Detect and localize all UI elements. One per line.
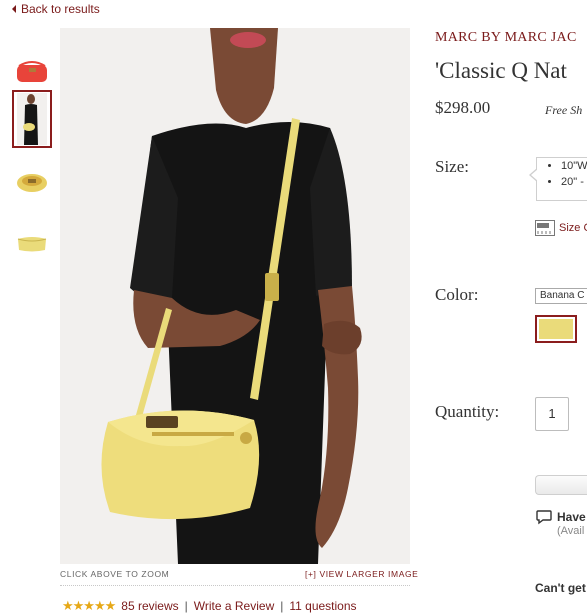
free-shipping-text: Free Sh bbox=[545, 103, 583, 117]
chevron-left-icon bbox=[12, 5, 16, 13]
thumbnail-red-bag[interactable] bbox=[12, 52, 52, 92]
chat-bubble-icon bbox=[536, 510, 552, 525]
model-thumbnail-image bbox=[17, 93, 47, 145]
view-larger-image-link[interactable]: [+] VIEW LARGER IMAGE bbox=[305, 569, 418, 579]
back-link-label: Back to results bbox=[21, 2, 100, 16]
quantity-label: Quantity: bbox=[435, 402, 500, 421]
chat-availability: (Avail bbox=[557, 525, 585, 537]
model-with-bag-image bbox=[60, 28, 410, 564]
separator: | bbox=[280, 599, 284, 613]
size-option: 20" - bbox=[561, 174, 587, 190]
reviews-link[interactable]: 85 reviews bbox=[121, 599, 178, 613]
size-options-box: 10"W 20" - bbox=[529, 157, 587, 201]
swatch-fill bbox=[539, 319, 573, 339]
quantity-input[interactable]: 1 bbox=[535, 397, 569, 431]
add-to-bag-button[interactable] bbox=[535, 475, 587, 495]
product-price: $298.00 bbox=[435, 98, 491, 117]
main-product-image[interactable] bbox=[60, 28, 410, 564]
size-chart-label: Size C bbox=[559, 222, 587, 234]
size-chart-link[interactable]: Size C bbox=[535, 220, 587, 236]
size-label: Size: bbox=[435, 157, 469, 176]
ruler-icon bbox=[535, 220, 555, 236]
write-review-link[interactable]: Write a Review bbox=[194, 599, 274, 613]
thumbnail-bag-front[interactable] bbox=[12, 222, 52, 262]
brand-name-link[interactable]: MARC BY MARC JAC bbox=[435, 30, 577, 46]
cant-get-text: Can't get bbox=[535, 581, 586, 595]
color-select[interactable]: Banana C bbox=[535, 288, 587, 304]
thumbnail-bag-top[interactable] bbox=[12, 162, 52, 202]
red-bag-thumbnail-image bbox=[17, 61, 47, 82]
questions-link[interactable]: 11 questions bbox=[289, 599, 356, 613]
product-title: 'Classic Q Nat bbox=[435, 58, 567, 83]
chat-text: Have (Avail bbox=[557, 510, 586, 538]
color-label: Color: bbox=[435, 285, 479, 304]
rating-stars-icon: ★★★★★ bbox=[62, 598, 116, 613]
chat-section[interactable]: Have (Avail bbox=[536, 510, 586, 538]
back-to-results-link[interactable]: Back to results bbox=[12, 2, 100, 16]
bag-top-thumbnail-image bbox=[17, 174, 47, 192]
size-option: 10"W bbox=[561, 158, 587, 174]
rating-row: ★★★★★ 85 reviews | Write a Review | 11 q… bbox=[62, 598, 357, 614]
zoom-caption: CLICK ABOVE TO ZOOM bbox=[60, 569, 170, 579]
divider bbox=[60, 585, 410, 586]
chat-title: Have bbox=[557, 510, 586, 524]
bag-front-thumbnail-image bbox=[17, 237, 47, 252]
separator: | bbox=[184, 599, 188, 613]
color-swatch-banana[interactable] bbox=[535, 315, 577, 343]
thumbnail-model[interactable] bbox=[12, 90, 52, 148]
